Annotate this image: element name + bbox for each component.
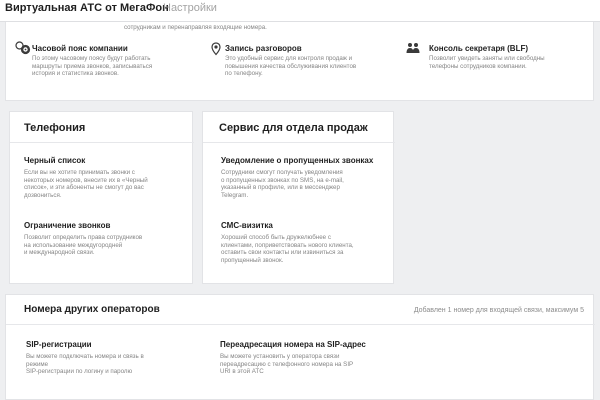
other-operators-card: Номера других операторов Добавлен 1 номе… (5, 294, 595, 400)
telephony-divider (10, 142, 194, 143)
telephony-desc-call-restriction: Позволит определить права сотрудников на… (24, 234, 143, 257)
sales-desc-sms-card: Хороший способ быть дружелюбнее с клиент… (221, 234, 354, 264)
recording-pin-icon (211, 42, 221, 56)
telephony-title-blacklist: Черный список (24, 156, 86, 165)
feature-desc-secretary-console: Позволит увидеть заняты или свободны тел… (429, 55, 545, 70)
operators-limit-note: Добавлен 1 номер для входящей связи, мак… (413, 307, 584, 314)
breadcrumb-app-title[interactable]: Виртуальная АТС от МегаФон (5, 2, 169, 14)
header-bar: Виртуальная АТС от МегаФон › Настройки (0, 0, 600, 22)
operators-title-sip-registration: SIP-регистрации (26, 340, 92, 349)
feature-desc-timezone: По этому часовому поясу будут работать м… (32, 55, 153, 78)
feature-desc-recording: Это удобный сервис для контроля продаж и… (225, 55, 357, 78)
telephony-card: Телефония Черный список Если вы не хотит… (9, 111, 194, 284)
feature-top-desc: сотрудникам и перенаправляя входящие ном… (124, 24, 267, 31)
sales-card-title: Сервис для отдела продаж (219, 122, 368, 134)
sales-title-missed-calls: Уведомление о пропущенных звонках (221, 156, 374, 165)
telephony-title-call-restriction: Ограничение звонков (24, 221, 111, 230)
telephony-card-title: Телефония (24, 122, 86, 134)
timezone-icon (20, 44, 31, 55)
operators-desc-sip-forwarding: Вы можете установить у оператора связи п… (220, 353, 354, 376)
secretary-console-icon (406, 43, 420, 53)
features-card: сотрудникам и перенаправляя входящие ном… (5, 22, 594, 101)
sales-desc-missed-calls: Сотрудники смогут получать уведомления о… (221, 169, 344, 199)
breadcrumb-current-page: Настройки (163, 2, 217, 14)
operators-desc-sip-registration: Вы можете подключать номера и связь в ре… (26, 353, 144, 376)
operators-card-title: Номера других операторов (24, 304, 160, 315)
sales-divider (203, 142, 395, 143)
feature-title-timezone: Часовой пояс компании (32, 44, 128, 53)
feature-title-recording: Запись разговоров (225, 44, 302, 53)
telephony-desc-blacklist: Если вы не хотите принимать звонки с нек… (24, 169, 148, 199)
operators-title-sip-forwarding: Переадресация номера на SIP-адрес (220, 340, 366, 349)
breadcrumb-separator: › (149, 1, 153, 15)
sales-service-card: Сервис для отдела продаж Уведомление о п… (202, 111, 395, 284)
operators-divider (6, 324, 595, 325)
feature-title-secretary-console: Консоль секретаря (BLF) (429, 44, 529, 53)
sales-title-sms-card: СМС-визитка (221, 221, 273, 230)
